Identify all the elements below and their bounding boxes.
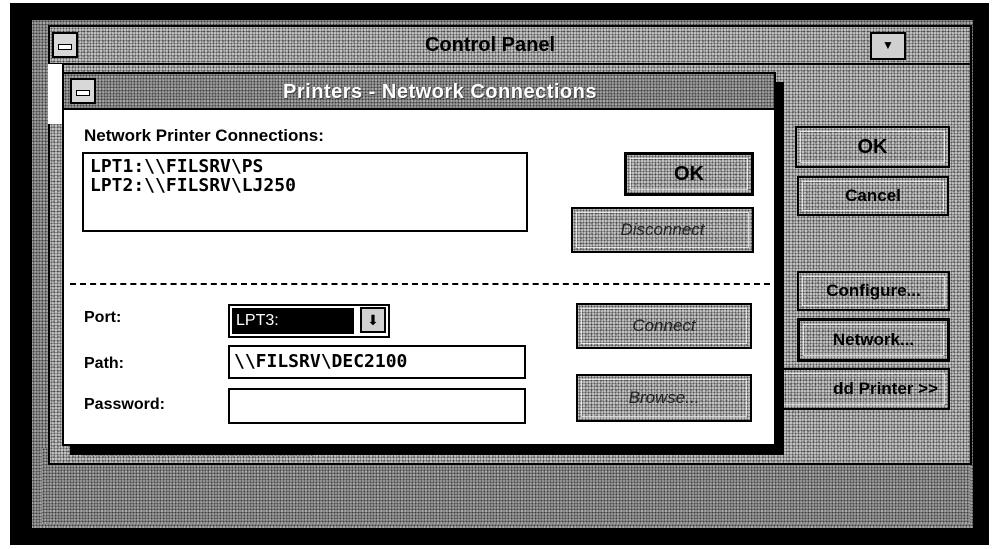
dialog-system-menu-icon[interactable] <box>70 78 96 104</box>
network-label: Network... <box>832 330 915 349</box>
list-item[interactable]: LPT1:\\FILSRV\PS <box>90 157 520 176</box>
control-panel-ok-button[interactable]: OK <box>795 126 950 168</box>
control-panel-minimize-button[interactable]: ▼ <box>870 32 906 60</box>
port-selected-value[interactable]: LPT3: <box>232 308 354 334</box>
add-printer-label: dd Printer >> <box>833 379 938 398</box>
list-item[interactable]: LPT2:\\FILSRV\LJ250 <box>90 176 520 195</box>
path-label: Path: <box>84 355 124 372</box>
network-printer-connections-label: Network Printer Connections: <box>84 126 324 145</box>
dialog-title: Printers - Network Connections <box>283 81 597 103</box>
connections-list[interactable]: LPT1:\\FILSRV\PS LPT2:\\FILSRV\LJ250 <box>82 152 528 232</box>
browse-label: Browse... <box>628 388 700 407</box>
port-label: Port: <box>84 309 122 326</box>
configure-label: Configure... <box>826 281 921 300</box>
dropdown-arrow-icon[interactable]: ⬇ <box>360 307 386 333</box>
ok-label: OK <box>857 135 888 158</box>
password-label: Password: <box>84 396 165 413</box>
network-button[interactable]: Network... <box>797 318 950 362</box>
password-input[interactable] <box>228 388 526 424</box>
cancel-label: Cancel <box>845 186 901 205</box>
control-panel-title: Control Panel <box>424 34 555 56</box>
connect-label: Connect <box>632 316 696 335</box>
disconnect-label: Disconnect <box>620 220 705 239</box>
control-panel-cancel-button[interactable]: Cancel <box>797 176 949 216</box>
dialog-divider <box>70 283 770 285</box>
browse-button[interactable]: Browse... <box>576 374 752 422</box>
path-input[interactable]: \\FILSRV\DEC2100 <box>228 345 526 379</box>
disconnect-button[interactable]: Disconnect <box>571 207 754 253</box>
dialog-ok-button[interactable]: OK <box>624 152 754 196</box>
add-printer-button[interactable]: dd Printer >> <box>770 368 950 410</box>
connect-button[interactable]: Connect <box>576 303 752 349</box>
configure-button[interactable]: Configure... <box>797 271 950 311</box>
control-panel-system-menu-icon[interactable] <box>52 32 78 58</box>
dialog-ok-label: OK <box>674 162 704 185</box>
